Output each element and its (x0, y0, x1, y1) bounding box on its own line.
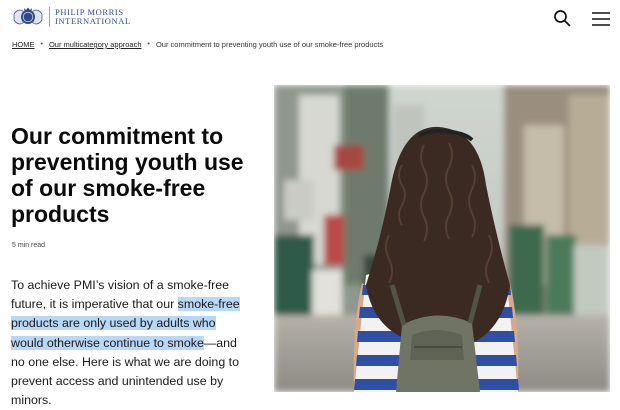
page-title: Our commitment to preventing youth use o… (11, 123, 244, 227)
logo-divider (49, 7, 50, 27)
hero-image (274, 85, 610, 392)
logo-line-2: INTERNATIONAL (55, 16, 131, 26)
crest-icon (13, 7, 43, 25)
pmi-logo[interactable]: PHILIP MORRIS INTERNATIONAL (11, 6, 131, 28)
breadcrumb-home-link[interactable]: HOME (12, 40, 35, 49)
hamburger-menu-icon[interactable] (591, 11, 611, 27)
logo-text: PHILIP MORRIS INTERNATIONAL (55, 8, 131, 26)
site-header: PHILIP MORRIS INTERNATIONAL (0, 0, 620, 36)
breadcrumb-separator-icon: • (40, 41, 43, 48)
breadcrumb-parent-link[interactable]: Our multicategory approach (49, 40, 142, 49)
read-time: 5 min read (12, 242, 46, 249)
breadcrumb-current: Our commitment to preventing youth use o… (155, 40, 384, 49)
breadcrumb: HOME • Our multicategory approach • Our … (12, 40, 383, 49)
search-icon[interactable] (553, 9, 571, 27)
article-lede: To achieve PMI’s vision of a smoke-free … (11, 276, 251, 410)
breadcrumb-separator-icon: • (147, 41, 150, 48)
